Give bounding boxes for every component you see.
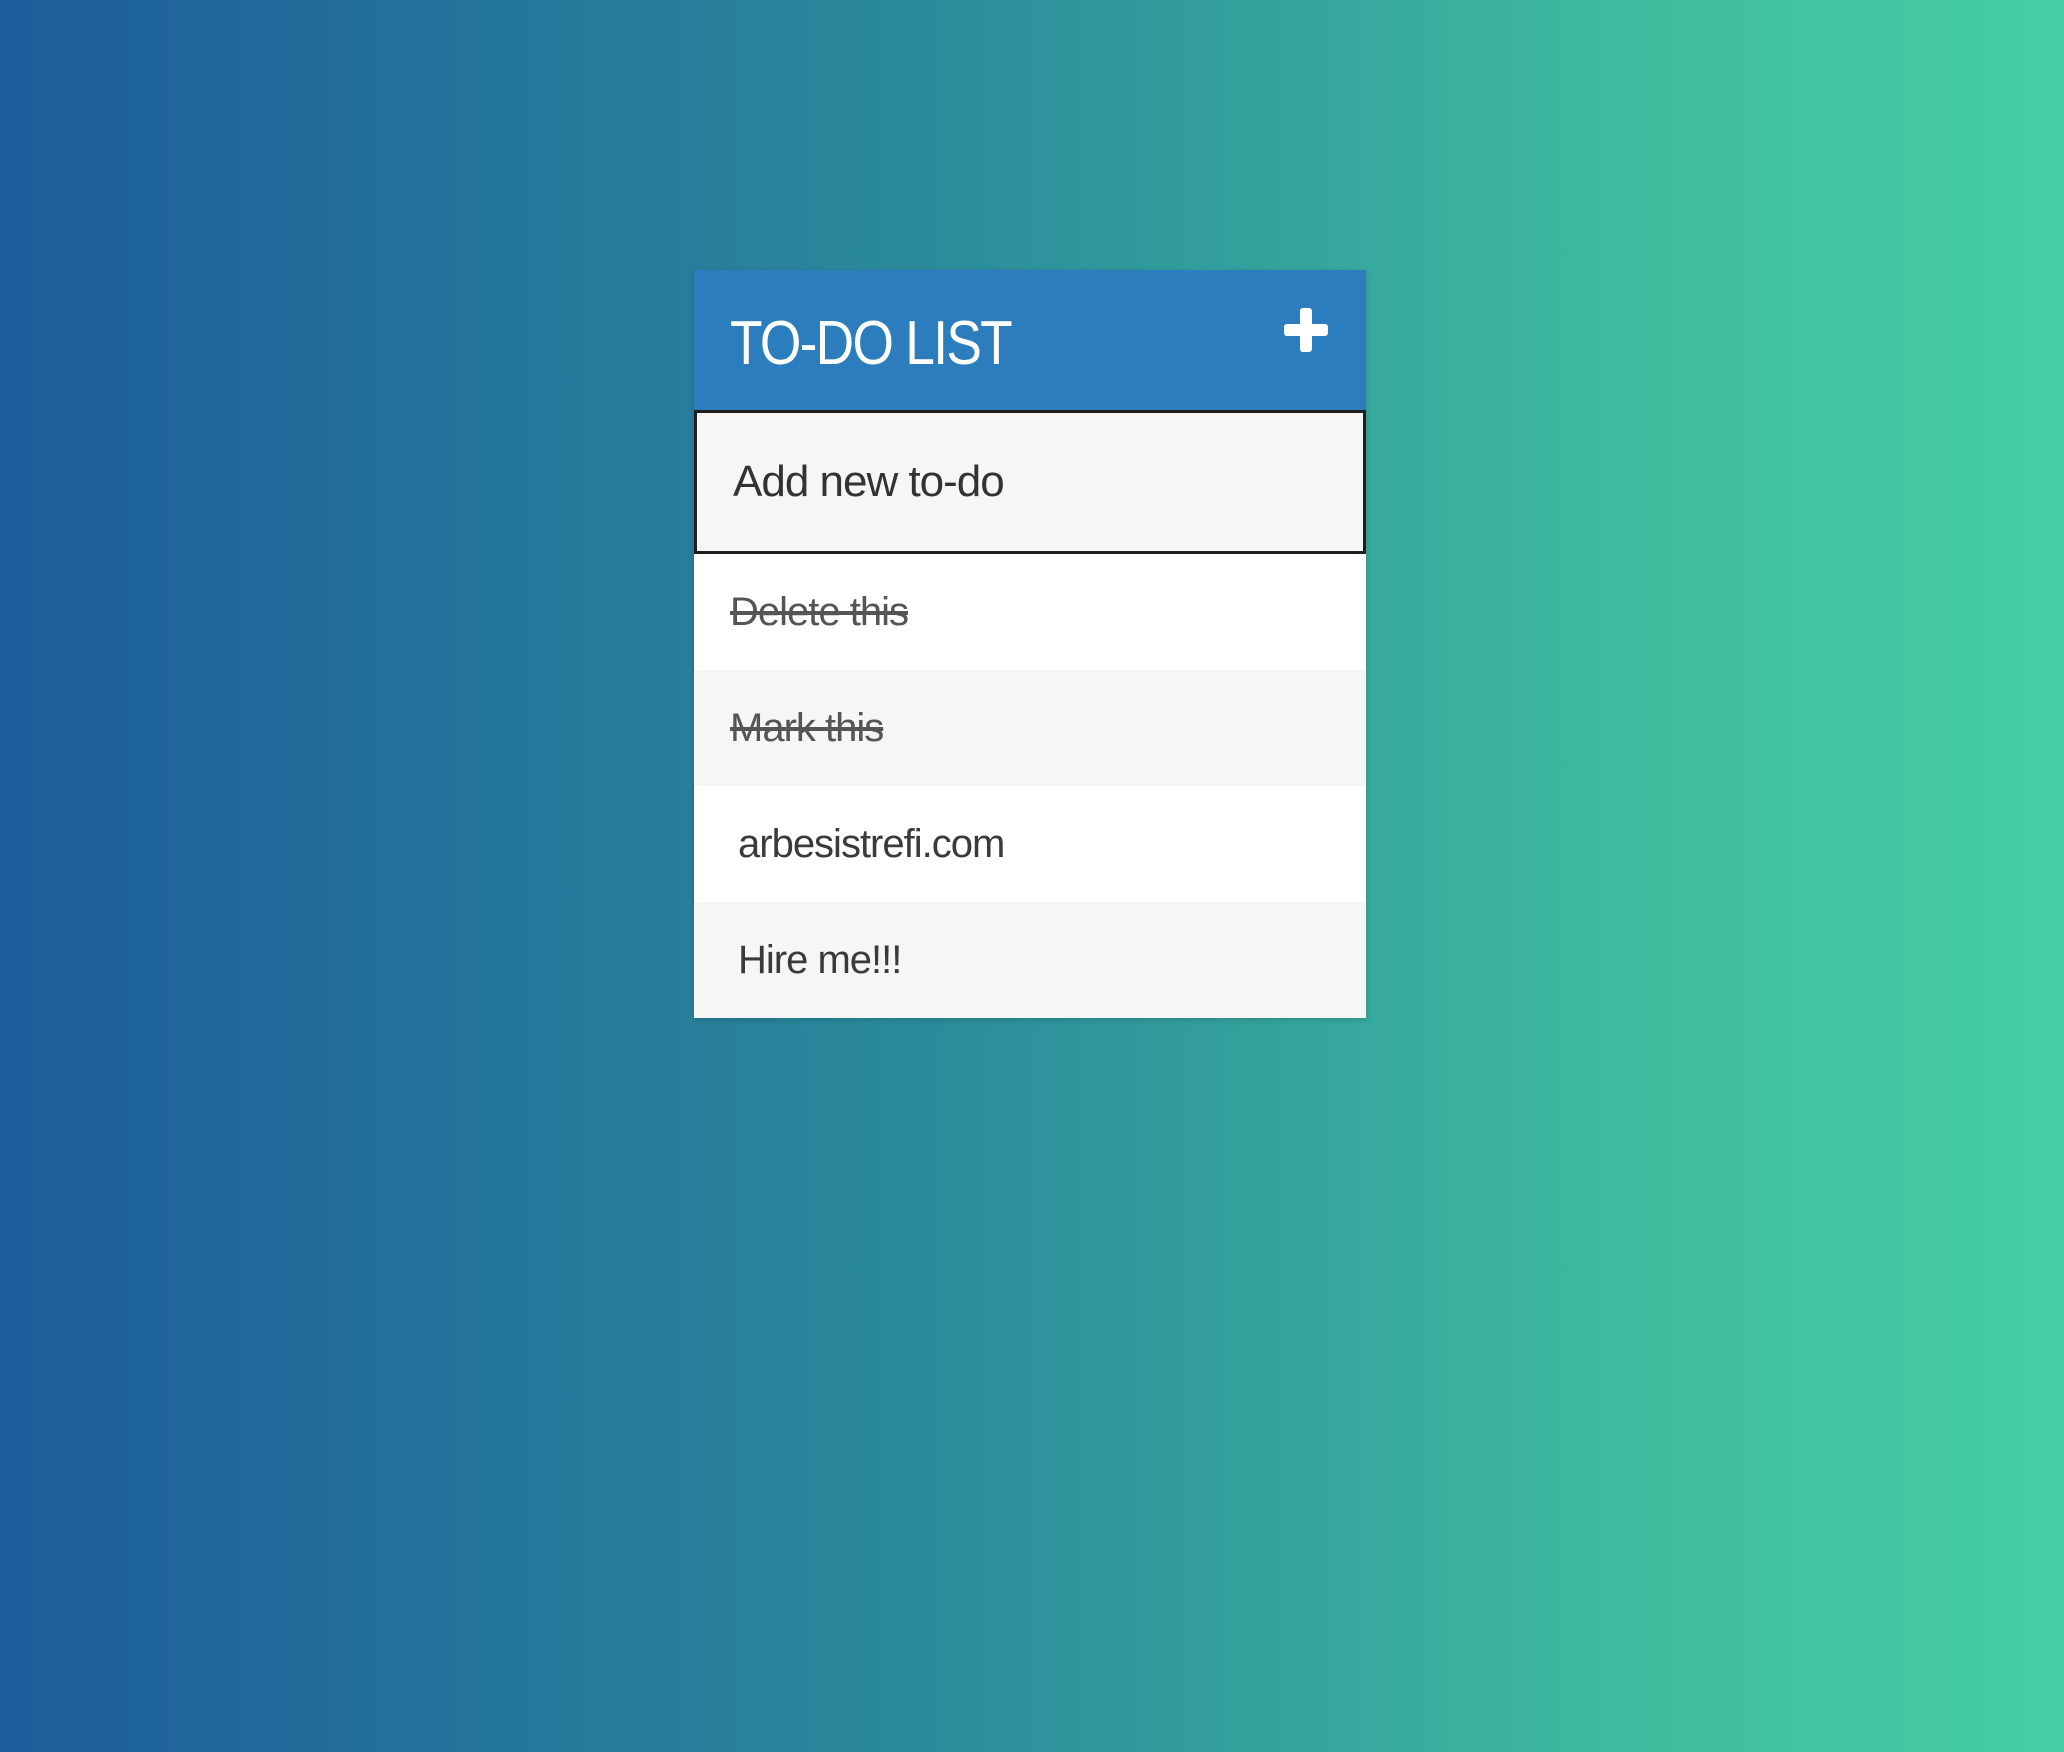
plus-icon[interactable]	[1276, 300, 1336, 360]
todo-item-arbesistrefi[interactable]: arbesistrefi.com	[694, 786, 1366, 902]
todo-header: TO-DO LIST	[694, 270, 1366, 410]
todo-item-delete-this[interactable]: Delete this	[694, 554, 1366, 670]
new-todo-input[interactable]	[697, 413, 1363, 551]
todo-card: TO-DO LIST Delete this Mark this arbesis…	[694, 270, 1366, 1018]
page-title: TO-DO LIST	[730, 308, 1013, 378]
todo-item-hire-me[interactable]: Hire me!!!	[694, 902, 1366, 1018]
todo-item-mark-this[interactable]: Mark this	[694, 670, 1366, 786]
new-todo-field-wrapper	[694, 410, 1366, 554]
plus-icon-vertical	[1300, 308, 1312, 352]
todo-list: Delete this Mark this arbesistrefi.com H…	[694, 554, 1366, 1018]
